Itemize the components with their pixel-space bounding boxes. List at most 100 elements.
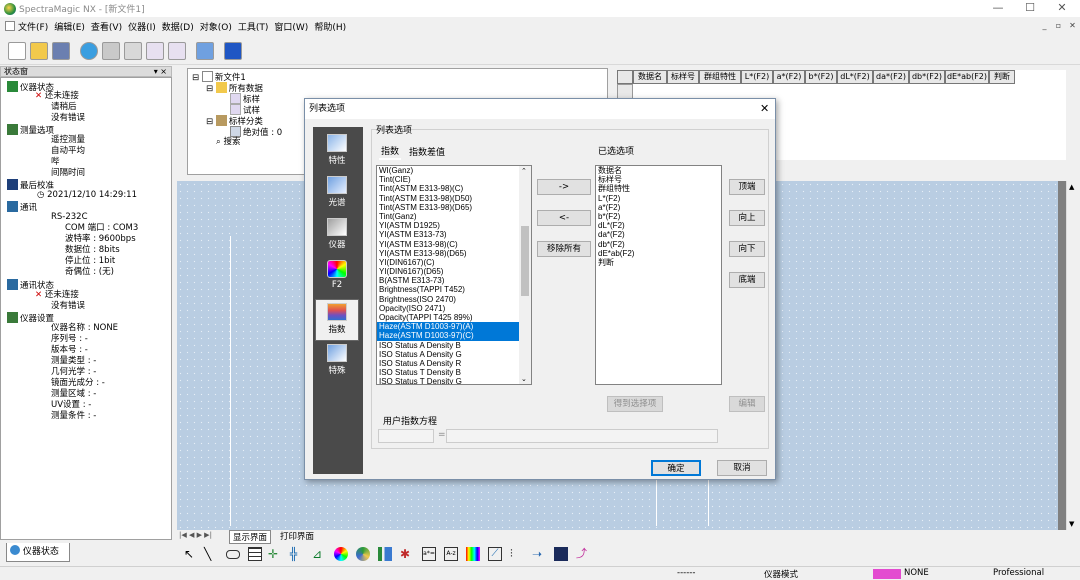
- list-item[interactable]: ISO Status T Density G: [377, 377, 531, 384]
- scroll-down-icon[interactable]: ▼: [1069, 520, 1074, 528]
- list-item[interactable]: Opacity(ISO 2471): [377, 304, 531, 313]
- mdi-restore-icon[interactable]: ▫: [1052, 19, 1065, 32]
- edit-button[interactable]: 编辑: [729, 396, 765, 412]
- az-label-icon[interactable]: A-z: [444, 547, 458, 561]
- info-icon[interactable]: [224, 42, 242, 60]
- menu-object[interactable]: 对象(O): [200, 20, 232, 33]
- list-item[interactable]: b*(F2): [596, 212, 721, 221]
- tab-index-difference[interactable]: 指数差值: [409, 148, 445, 159]
- window-icon[interactable]: [196, 42, 214, 60]
- pass-fail-icon[interactable]: ⤴: [576, 547, 590, 561]
- column-header[interactable]: 数据名: [633, 70, 667, 84]
- pie-icon[interactable]: [356, 547, 370, 561]
- tree-node[interactable]: 绝对值 : 0: [243, 128, 282, 138]
- list-item[interactable]: Haze(ASTM D1003-97)(C): [377, 331, 531, 341]
- status-row[interactable]: 通讯: [20, 203, 37, 213]
- remove-button[interactable]: <-: [537, 210, 591, 226]
- menu-window[interactable]: 窗口(W): [274, 20, 308, 33]
- image-icon[interactable]: [554, 547, 568, 561]
- move-down-button[interactable]: 向下: [729, 241, 765, 257]
- calibrate-icon[interactable]: [102, 42, 120, 60]
- expand-icon[interactable]: ⊟: [206, 117, 213, 127]
- column-header[interactable]: 标样号: [667, 70, 699, 84]
- category-instrument[interactable]: 仪器: [315, 215, 359, 257]
- list-item[interactable]: Brightness(TAPPI T452): [377, 285, 531, 294]
- list-item[interactable]: YI(DIN6167)(C): [377, 258, 531, 267]
- get-selection-button[interactable]: 得到选择项: [607, 396, 663, 412]
- list-item[interactable]: Tint(CIE): [377, 175, 531, 184]
- tolerance-icon[interactable]: ⫶: [510, 547, 524, 561]
- ok-button[interactable]: 确定: [651, 460, 701, 476]
- target-measure-icon[interactable]: [146, 42, 164, 60]
- scroll-up-icon[interactable]: ⌃: [521, 167, 527, 175]
- available-items-list[interactable]: WI(Ganz) Tint(CIE) Tint(ASTM E313-98)(C) Ti…: [376, 165, 532, 385]
- list-item[interactable]: B(ASTM E313-73): [377, 276, 531, 285]
- crosshair-icon[interactable]: ✛: [268, 547, 282, 561]
- cancel-button[interactable]: 取消: [717, 460, 767, 476]
- pointer-icon[interactable]: ↖: [184, 547, 198, 561]
- list-item[interactable]: ISO Status A Density R: [377, 359, 531, 368]
- menu-edit[interactable]: 编辑(E): [54, 20, 85, 33]
- scroll-thumb[interactable]: [521, 226, 529, 296]
- list-vscrollbar[interactable]: ⌃ ⌄: [519, 166, 531, 384]
- rounded-rect-icon[interactable]: [226, 550, 240, 559]
- mdi-close-icon[interactable]: ✕: [1066, 19, 1079, 32]
- connect-icon[interactable]: [80, 42, 98, 60]
- open-folder-icon[interactable]: [30, 42, 48, 60]
- equation-name-field[interactable]: [378, 429, 434, 443]
- list-item[interactable]: db*(F2): [596, 240, 721, 249]
- list-item[interactable]: WI(Ganz): [377, 166, 531, 175]
- list-item[interactable]: 群组特性: [596, 184, 721, 193]
- list-item[interactable]: a*(F2): [596, 203, 721, 212]
- column-header[interactable]: 群组特性: [699, 70, 741, 84]
- menu-view[interactable]: 查看(V): [91, 20, 122, 33]
- tab-index[interactable]: 指数: [379, 147, 402, 160]
- list-item[interactable]: Brightness(ISO 2470): [377, 295, 531, 304]
- selected-items-list[interactable]: 数据名 标样号 群组特性 L*(F2) a*(F2) b*(F2) dL*(F2) da*(F…: [595, 165, 722, 385]
- panel-close-icon[interactable]: ▾ ×: [154, 67, 167, 76]
- column-header[interactable]: da*(F2): [873, 70, 909, 84]
- tree-node[interactable]: 搜索: [223, 137, 240, 147]
- list-item[interactable]: ISO Status A Density B: [377, 341, 531, 350]
- list-item[interactable]: YI(DIN6167)(D65): [377, 267, 531, 276]
- category-spectral[interactable]: 光谱: [315, 173, 359, 215]
- column-header[interactable]: db*(F2): [909, 70, 945, 84]
- measure-icon[interactable]: [124, 42, 142, 60]
- scatter-icon[interactable]: ✱: [400, 547, 414, 561]
- list-item[interactable]: 标样号: [596, 175, 721, 184]
- color-wheel-icon[interactable]: [334, 547, 348, 561]
- scroll-up-icon[interactable]: ▲: [1069, 183, 1074, 191]
- list-item[interactable]: Tint(ASTM E313-98)(C): [377, 184, 531, 193]
- arrow-graph-icon[interactable]: ➝: [532, 547, 546, 561]
- status-row[interactable]: 仪器设置: [20, 314, 54, 324]
- table-vscrollbar[interactable]: [1066, 70, 1079, 175]
- line-icon[interactable]: ╲: [204, 547, 218, 561]
- column-header[interactable]: 判断: [989, 70, 1015, 84]
- spectrum-icon[interactable]: [466, 547, 480, 561]
- menu-file[interactable]: 文件(F): [18, 20, 48, 33]
- list-item[interactable]: YI(ASTM D1925): [377, 221, 531, 230]
- list-item[interactable]: YI(ASTM E313-98)(C): [377, 240, 531, 249]
- instrument-status-tab[interactable]: 仪器状态: [6, 543, 70, 562]
- list-item[interactable]: 判断: [596, 258, 721, 267]
- equation-field[interactable]: [446, 429, 718, 443]
- list-item[interactable]: ISO Status A Density G: [377, 350, 531, 359]
- move-bottom-button[interactable]: 底端: [729, 272, 765, 288]
- list-item[interactable]: YI(ASTM E313-98)(D65): [377, 249, 531, 258]
- save-icon[interactable]: [52, 42, 70, 60]
- category-index[interactable]: 指数: [315, 299, 359, 341]
- dialog-close-icon[interactable]: ✕: [760, 102, 769, 115]
- list-item[interactable]: YI(ASTM E313-73): [377, 230, 531, 239]
- list-item[interactable]: Tint(ASTM E313-98)(D50): [377, 194, 531, 203]
- canvas-vscrollbar[interactable]: ▲ ▼: [1066, 181, 1079, 530]
- sample-measure-icon[interactable]: [168, 42, 186, 60]
- column-header[interactable]: dE*ab(F2): [945, 70, 989, 84]
- scroll-down-icon[interactable]: ⌄: [521, 375, 527, 383]
- category-special[interactable]: 特殊: [315, 341, 359, 383]
- category-f2[interactable]: F2: [315, 257, 359, 299]
- menu-help[interactable]: 帮助(H): [314, 20, 346, 33]
- minimize-icon[interactable]: —: [980, 0, 1016, 17]
- expand-icon[interactable]: ⊟: [206, 84, 213, 94]
- list-item[interactable]: dE*ab(F2): [596, 249, 721, 258]
- tab-print[interactable]: 打印界面: [277, 530, 317, 542]
